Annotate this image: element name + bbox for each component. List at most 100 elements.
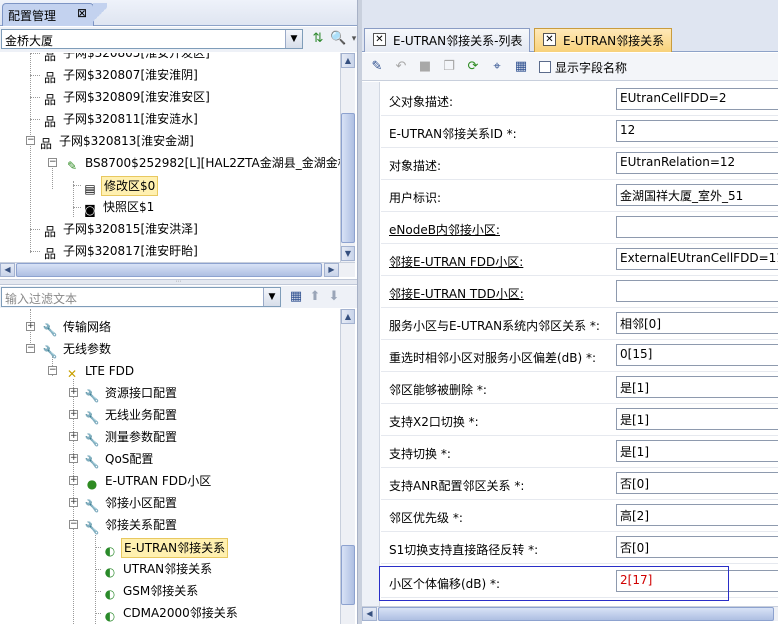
binoculars-icon[interactable]: ⌖ [489, 59, 505, 75]
tree-node-subnet[interactable]: 品子网$320805[淮安开发区] [30, 53, 212, 64]
arrow-up-icon[interactable]: ⬆ [307, 289, 323, 305]
bottom-tree-vscrollbar[interactable]: ▲ [340, 309, 355, 624]
form-hscrollbar[interactable]: ◀ [362, 606, 778, 621]
user-label-field[interactable]: 金湖国祥大厦_室外_51 [616, 184, 778, 206]
expand-icon[interactable]: + [69, 432, 78, 441]
scroll-thumb[interactable] [341, 113, 355, 243]
collapse-icon[interactable]: − [48, 158, 57, 167]
top-tree-hscrollbar[interactable]: ◀ ▶ [0, 262, 355, 277]
priority-field[interactable]: 高[2] [616, 504, 778, 526]
tree-node-lte-fdd[interactable]: ✕ LTE FDD [64, 362, 136, 382]
fdd-cell-field[interactable]: ExternalEUtranCellFDD=11 [616, 248, 778, 270]
anr-field[interactable]: 否[0] [616, 472, 778, 494]
tab-config-management[interactable]: 配置管理 ⊠ [2, 3, 94, 26]
show-field-names-checkbox[interactable] [539, 61, 551, 73]
object-desc-field[interactable]: EUtranRelation=12 [616, 152, 778, 174]
tree-node-subnet[interactable]: 品子网$320809[淮安淮安区] [30, 88, 212, 108]
tree-node-neighbor-relation[interactable]: 🔧 邻接关系配置 [84, 516, 179, 536]
search-icon[interactable]: 🔍 [330, 31, 346, 47]
arrow-down-icon[interactable]: ⬇ [326, 289, 342, 305]
scroll-right-icon[interactable]: ▶ [324, 263, 339, 277]
tree-node-utran-relation[interactable]: ◐ UTRAN邻接关系 [95, 560, 214, 580]
tree-node-gsm-relation[interactable]: ◐ GSM邻接关系 [95, 582, 200, 602]
close-icon[interactable]: ✕ [373, 33, 386, 46]
intra-enodeb-cell-field[interactable] [616, 216, 778, 238]
relation-id-field[interactable]: 12 [616, 120, 778, 142]
tree-node-subnet[interactable]: 品子网$320811[淮安涟水] [30, 110, 200, 130]
tree-node-cdma2000-relation[interactable]: ◐ CDMA2000邻接关系 [95, 604, 240, 624]
tree-node-eutran-fdd-cell[interactable]: ● E-UTRAN FDD小区 [84, 472, 213, 492]
tree-node-subnet[interactable]: 品子网$320815[淮安洪泽] [30, 220, 200, 240]
tree-node-wireless-service[interactable]: 🔧 无线业务配置 [84, 406, 179, 426]
save-icon[interactable]: ■ [417, 59, 433, 75]
eutran-relation-form: 父对象描述: EUtranCellFDD=2 E-UTRAN邻接关系ID *: … [362, 82, 778, 606]
expand-icon[interactable]: + [69, 454, 78, 463]
tree-node-subnet[interactable]: 品子网$320817[淮安盱眙] [30, 242, 200, 262]
s1-path-switch-field[interactable]: 否[0] [616, 536, 778, 558]
network-tree: 品子网$320805[淮安开发区] 品子网$320807[淮安淮阴] 品子网$3… [0, 53, 340, 262]
site-combo[interactable]: 金桥大厦 ▼ [1, 29, 303, 49]
relation-type-field[interactable]: 相邻[0] [616, 312, 778, 334]
refresh-icon[interactable]: ⟳ [465, 59, 481, 75]
tree-node-transport[interactable]: 🔧 传输网络 [42, 318, 113, 338]
relation-icon: ◐ [104, 609, 116, 623]
close-icon[interactable]: ⊠ [77, 6, 87, 20]
wrench-icon: 🔧 [42, 323, 58, 337]
expand-icon[interactable]: + [26, 322, 35, 331]
network-icon: 品 [43, 93, 56, 107]
tree-node-basestation[interactable]: ✎ BS8700$252982[L][HAL2ZTA金湖县_金湖金桥 [64, 154, 340, 174]
undo-icon[interactable]: ↶ [393, 59, 409, 75]
top-tree-vscrollbar[interactable]: ▲ ▼ [340, 53, 355, 262]
collapse-icon[interactable]: − [48, 366, 57, 375]
scroll-up-icon[interactable]: ▲ [341, 309, 355, 324]
tree-node-subnet[interactable]: 品子网$320807[淮安淮阴] [30, 66, 200, 86]
tree-node-qos[interactable]: 🔧 QoS配置 [84, 450, 155, 470]
copy-icon[interactable]: ❐ [441, 59, 457, 75]
expand-icon[interactable]: + [69, 498, 78, 507]
deletable-field[interactable]: 是[1] [616, 376, 778, 398]
tree-node-snapshot-area[interactable]: ◙ 快照区$1 [73, 198, 156, 218]
edit-icon[interactable]: ✎ [369, 59, 385, 75]
scroll-thumb[interactable] [341, 545, 355, 605]
scroll-up-icon[interactable]: ▲ [341, 53, 355, 68]
expand-icon[interactable]: + [69, 476, 78, 485]
close-icon[interactable]: ✕ [543, 33, 556, 46]
tree-node-wireless[interactable]: 🔧 无线参数 [42, 340, 113, 360]
chevron-down-icon[interactable]: ▼ [285, 30, 302, 48]
tree-node-eutran-relation[interactable]: ◐ E-UTRAN邻接关系 [95, 538, 229, 558]
tree-node-measurement[interactable]: 🔧 测量参数配置 [84, 428, 179, 448]
tdd-cell-field[interactable] [616, 280, 778, 302]
expand-icon[interactable]: + [69, 410, 78, 419]
pane-splitter[interactable]: ⋯ [0, 279, 357, 285]
filter-icon[interactable]: ▦ [288, 289, 304, 305]
collapse-icon[interactable]: − [69, 520, 78, 529]
scroll-left-icon[interactable]: ◀ [362, 607, 377, 621]
expand-icon[interactable]: + [69, 388, 78, 397]
scroll-thumb[interactable] [378, 607, 774, 621]
show-field-names-label: 显示字段名称 [555, 61, 628, 75]
editor-toolbar: ✎ ↶ ■ ❐ ⟳ ⌖ ▦ 显示字段名称 [362, 53, 778, 81]
tree-node-modify-area[interactable]: ▤ 修改区$0 [73, 176, 159, 196]
scroll-left-icon[interactable]: ◀ [0, 263, 15, 277]
scroll-thumb[interactable] [16, 263, 322, 277]
tree-node-subnet-jinhu[interactable]: 品子网$320813[淮安金湖] [38, 132, 196, 152]
filter-placeholder: 输入过滤文本 [5, 292, 78, 306]
relation-icon: ◐ [104, 587, 116, 601]
calendar-icon[interactable]: ▦ [513, 59, 529, 75]
collapse-icon[interactable]: − [26, 344, 35, 353]
tab-eutran-relation-list[interactable]: ✕ E-UTRAN邻接关系-列表 [364, 28, 530, 52]
reselect-offset-field[interactable]: 0[15] [616, 344, 778, 366]
handover-field[interactable]: 是[1] [616, 440, 778, 462]
locate-icon[interactable]: ⇅ [310, 31, 326, 47]
chevron-down-icon[interactable]: ▼ [263, 288, 280, 306]
tree-node-resource-interface[interactable]: 🔧 资源接口配置 [84, 384, 179, 404]
parent-object-field[interactable]: EUtranCellFDD=2 [616, 88, 778, 110]
collapse-icon[interactable]: − [26, 136, 35, 145]
network-icon: 品 [39, 137, 52, 151]
form-row-deletable: 邻区能够被删除 *: 是[1] [381, 372, 778, 404]
x2-handover-field[interactable]: 是[1] [616, 408, 778, 430]
tab-eutran-relation[interactable]: ✕ E-UTRAN邻接关系 [534, 28, 672, 52]
tree-node-neighbor-cell[interactable]: 🔧 邻接小区配置 [84, 494, 179, 514]
filter-input[interactable]: 输入过滤文本 ▼ [1, 287, 281, 307]
scroll-down-icon[interactable]: ▼ [341, 246, 355, 261]
